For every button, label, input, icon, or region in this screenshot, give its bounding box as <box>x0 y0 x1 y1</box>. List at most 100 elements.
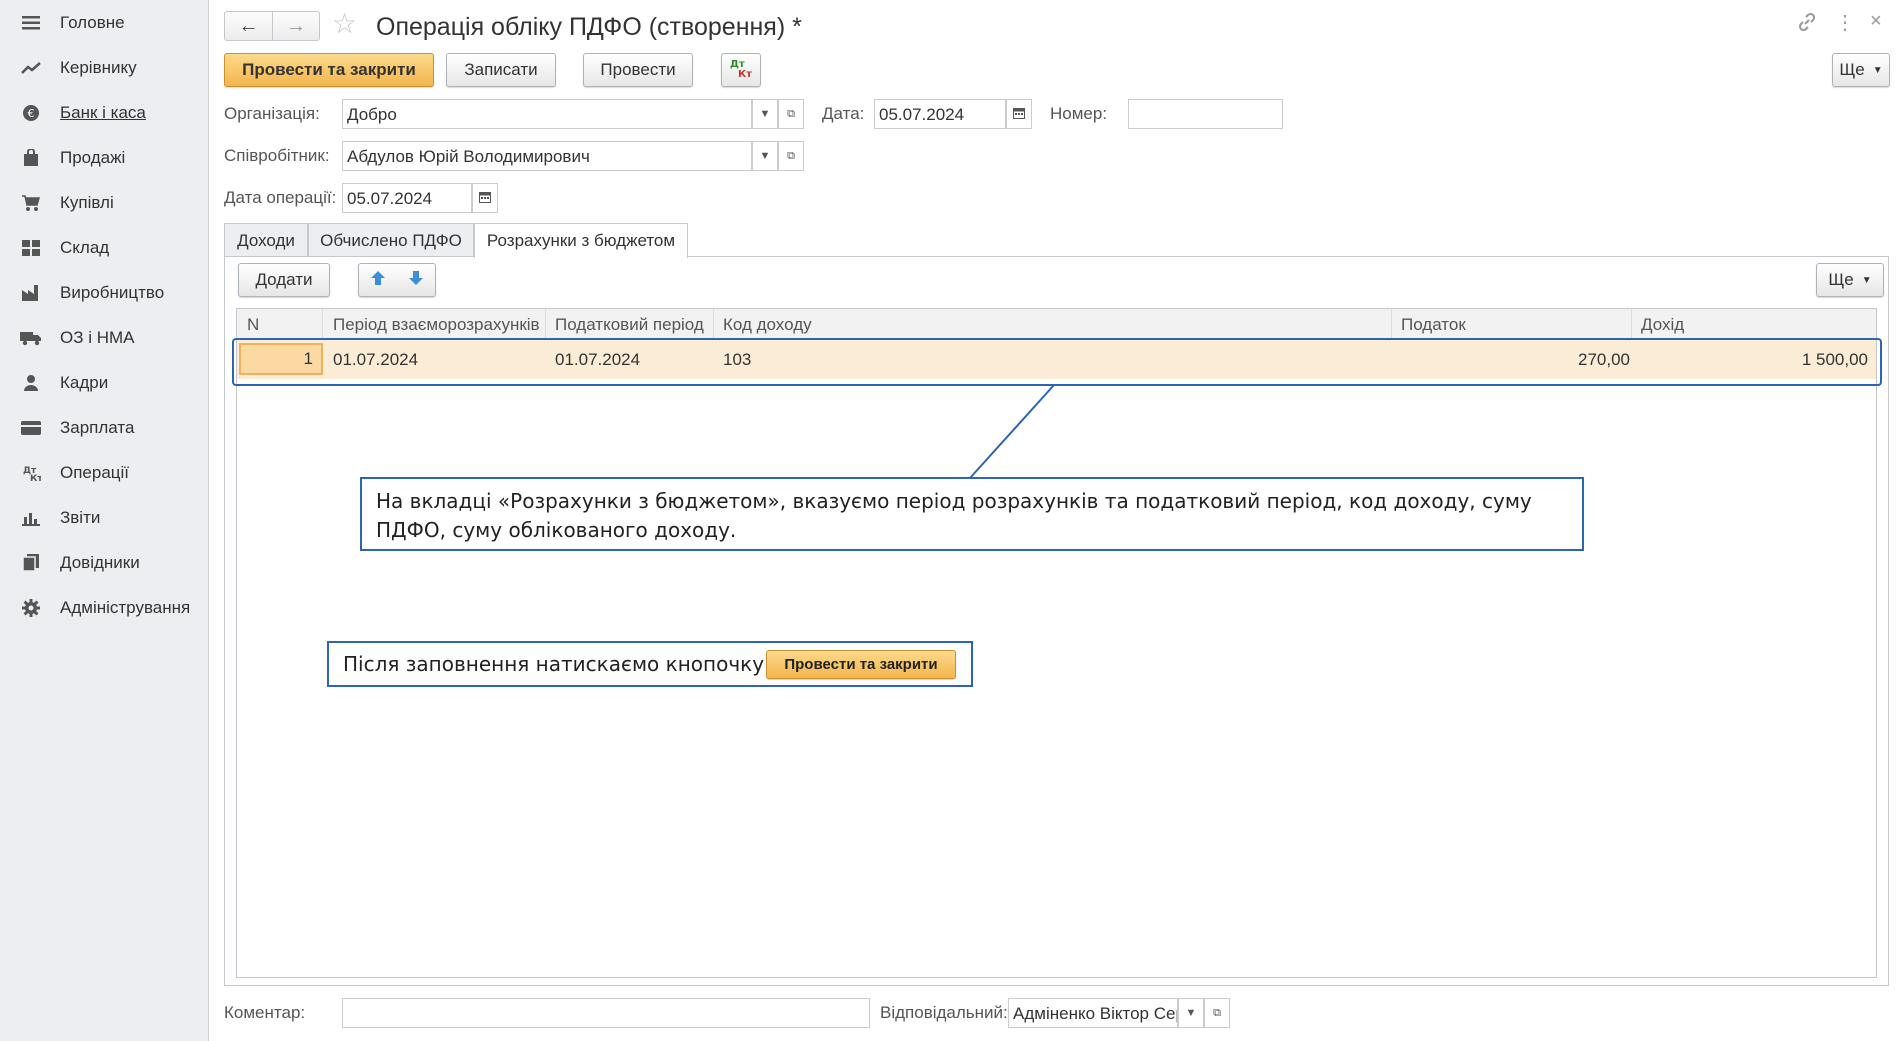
sidebar-item-reports[interactable]: Звіти <box>0 498 208 538</box>
page-title: Операція обліку ПДФО (створення) * <box>376 13 802 41</box>
sidebar-item-warehouse[interactable]: Склад <box>0 228 208 268</box>
sidebar-item-label: Головне <box>60 13 125 32</box>
table-more-button[interactable]: Ще ▼ <box>1816 263 1884 297</box>
more-vert-icon[interactable]: ⋮ <box>1835 10 1855 35</box>
tab-budget-settlements[interactable]: Розрахунки з бюджетом <box>474 223 688 258</box>
employee-open-button[interactable]: ⧉ <box>778 141 804 171</box>
operation-date-field[interactable]: 05.07.2024 <box>342 183 472 213</box>
sidebar-item-home[interactable]: Головне <box>0 3 208 43</box>
sidebar-item-label: ОЗ і НМА <box>60 328 135 347</box>
table-more-label: Ще <box>1828 270 1854 289</box>
sidebar-item-hr[interactable]: Кадри <box>0 363 208 403</box>
wallet-icon <box>20 418 42 438</box>
employee-dropdown-button[interactable]: ▼ <box>752 141 778 171</box>
responsible-label: Відповідальний: <box>880 1003 1008 1022</box>
organization-field[interactable]: Добро <box>342 99 752 129</box>
column-header-income[interactable]: Дохід <box>1641 315 1684 335</box>
sidebar-item-label: Операції <box>60 463 130 482</box>
calendar-icon <box>1013 107 1025 122</box>
forward-button[interactable]: → <box>271 12 319 40</box>
date-field[interactable]: 05.07.2024 <box>874 99 1006 129</box>
number-label: Номер: <box>1050 104 1108 123</box>
responsible-dropdown-button[interactable]: ▼ <box>1178 998 1204 1028</box>
move-down-button[interactable] <box>408 270 424 291</box>
arrow-right-icon: → <box>285 14 306 37</box>
date-calendar-button[interactable] <box>1006 99 1032 129</box>
sidebar-item-operations[interactable]: Дт Кт Операції <box>0 453 208 493</box>
save-button[interactable]: Записати <box>446 53 556 87</box>
sidebar-item-assets[interactable]: ОЗ і НМА <box>0 318 208 358</box>
link-icon[interactable] <box>1797 12 1817 37</box>
sidebar-item-label: Зарплата <box>60 418 135 437</box>
callout-button-sample: Провести та закрити <box>766 650 956 679</box>
cell-period[interactable]: 01.07.2024 <box>333 350 418 370</box>
sidebar-item-salary[interactable]: Зарплата <box>0 408 208 448</box>
sidebar-item-purchases[interactable]: Купівлі <box>0 183 208 223</box>
tab-calculated-pdfo[interactable]: Обчислено ПДФО <box>308 223 474 257</box>
callout-text: Після заповнення натискаємо кнопочку <box>343 652 765 676</box>
sidebar-item-bank[interactable]: € Банк і каса <box>0 93 208 133</box>
arrow-up-icon <box>370 270 386 290</box>
more-button[interactable]: Ще ▼ <box>1832 53 1890 87</box>
responsible-open-button[interactable]: ⧉ <box>1204 998 1230 1028</box>
open-window-icon: ⧉ <box>787 149 795 162</box>
move-up-button[interactable] <box>370 270 386 291</box>
sidebar-item-label: Банк і каса <box>60 103 146 122</box>
sidebar-item-directories[interactable]: Довідники <box>0 543 208 583</box>
favorite-star-icon[interactable]: ☆ <box>332 10 357 38</box>
cart-icon <box>20 193 42 213</box>
caret-down-icon: ▼ <box>759 150 771 162</box>
employee-label: Співробітник: <box>224 146 330 165</box>
back-button[interactable]: ← <box>225 12 272 40</box>
organization-label: Організація: <box>224 104 320 123</box>
post-and-close-button[interactable]: Провести та закрити <box>224 53 434 87</box>
table-header: N Період взаєморозрахунків Податковий пе… <box>237 309 1876 339</box>
sidebar-item-manager[interactable]: Керівнику <box>0 48 208 88</box>
organization-open-button[interactable]: ⧉ <box>778 99 804 129</box>
sidebar-item-label: Керівнику <box>60 58 137 77</box>
more-button-label: Ще <box>1839 60 1865 79</box>
dt-kt-icon: Дт Кт <box>729 57 753 84</box>
organization-dropdown-button[interactable]: ▼ <box>752 99 778 129</box>
dt-kt-report-button[interactable]: Дт Кт <box>721 53 761 87</box>
calendar-icon <box>479 191 491 206</box>
cell-income-code[interactable]: 103 <box>723 350 751 370</box>
column-header-tax-period[interactable]: Податковий період <box>555 315 704 335</box>
post-button[interactable]: Провести <box>583 53 693 87</box>
sidebar-item-admin[interactable]: Адміністрування <box>0 588 208 628</box>
close-icon[interactable]: × <box>1870 10 1882 33</box>
cell-tax[interactable]: 270,00 <box>1578 350 1630 370</box>
callout-budget-tab: На вкладці «Розрахунки з бюджетом», вказ… <box>360 477 1584 551</box>
caret-down-icon: ▼ <box>1872 64 1883 76</box>
callout-post-and-close: Після заповнення натискаємо кнопочку Про… <box>327 641 973 687</box>
comment-field[interactable] <box>342 998 870 1028</box>
history-nav: ← → <box>224 11 320 41</box>
cell-income[interactable]: 1 500,00 <box>1802 350 1868 370</box>
column-header-income-code[interactable]: Код доходу <box>723 315 812 335</box>
column-header-n[interactable]: N <box>247 315 259 335</box>
employee-field[interactable]: Абдулов Юрій Володимирович <box>342 141 752 171</box>
column-header-tax[interactable]: Податок <box>1401 315 1466 335</box>
table-row[interactable]: 1 01.07.2024 01.07.2024 103 270,00 1 500… <box>237 339 1876 379</box>
cell-tax-period[interactable]: 01.07.2024 <box>555 350 640 370</box>
operation-date-calendar-button[interactable] <box>472 183 498 213</box>
sidebar-item-production[interactable]: Виробництво <box>0 273 208 313</box>
column-header-period[interactable]: Період взаєморозрахунків <box>333 315 540 335</box>
caret-down-icon: ▼ <box>759 108 771 120</box>
sidebar-item-label: Адміністрування <box>60 598 191 617</box>
date-label: Дата: <box>822 104 865 123</box>
add-row-button[interactable]: Додати <box>238 263 330 297</box>
number-field[interactable] <box>1128 99 1283 129</box>
gear-icon <box>20 598 42 618</box>
trend-icon <box>20 58 42 78</box>
sidebar-item-label: Звіти <box>60 508 101 527</box>
operation-date-label: Дата операції: <box>224 188 337 207</box>
open-window-icon: ⧉ <box>787 107 795 120</box>
cell-n[interactable]: 1 <box>239 343 323 375</box>
responsible-field[interactable]: Адміненко Віктор Сергійович <box>1008 998 1178 1028</box>
bag-icon <box>20 148 42 168</box>
arrow-down-icon <box>408 270 424 290</box>
grid-icon <box>20 238 42 258</box>
sidebar-item-sales[interactable]: Продажі <box>0 138 208 178</box>
tab-income[interactable]: Доходи <box>224 223 308 257</box>
